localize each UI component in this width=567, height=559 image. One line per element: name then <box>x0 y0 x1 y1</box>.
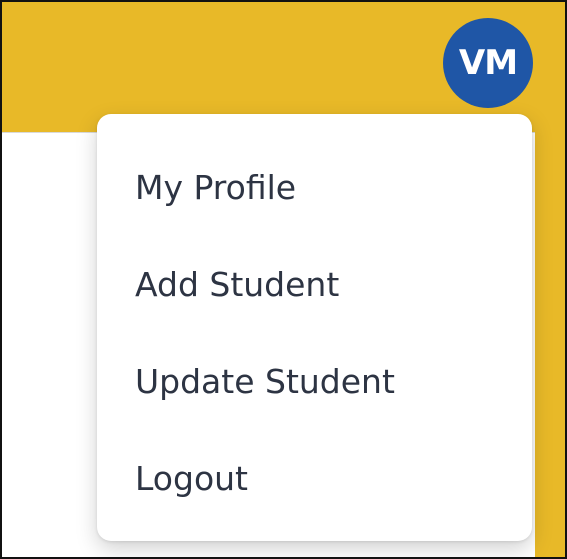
menu-item-update-student[interactable]: Update Student <box>97 333 532 430</box>
app-window: VM My Profile Add Student Update Student… <box>0 0 567 559</box>
menu-item-my-profile[interactable]: My Profile <box>97 139 532 236</box>
menu-item-label: My Profile <box>135 168 297 207</box>
menu-item-logout[interactable]: Logout <box>97 430 532 527</box>
menu-item-label: Update Student <box>135 362 395 401</box>
menu-item-label: Add Student <box>135 265 340 304</box>
right-accent-bar <box>535 2 565 557</box>
profile-dropdown-menu: My Profile Add Student Update Student Lo… <box>97 114 532 541</box>
avatar-initials: VM <box>458 43 518 83</box>
menu-item-label: Logout <box>135 459 248 498</box>
user-avatar[interactable]: VM <box>443 18 533 108</box>
menu-item-add-student[interactable]: Add Student <box>97 236 532 333</box>
